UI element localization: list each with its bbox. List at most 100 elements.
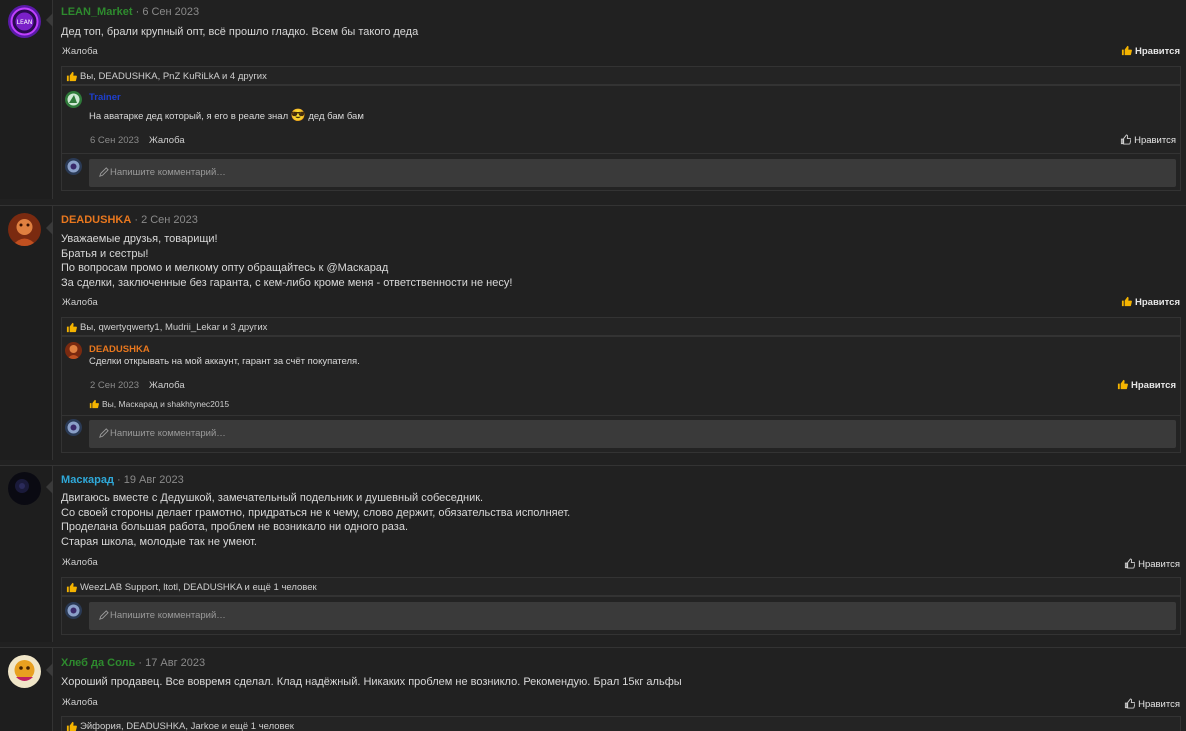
like-label: Нравится [1138,559,1180,570]
report-link[interactable]: Жалоба [62,297,98,308]
comment-like-button[interactable]: Нравится [1117,379,1176,391]
author-link[interactable]: LEAN_Market [61,6,133,18]
current-user-avatar [65,419,82,436]
comment-placeholder: Напишите комментарий… [110,610,226,621]
like-label: Нравится [1135,46,1180,57]
message-line: Со своей стороны делает грамотно, придра… [61,506,571,519]
report-link[interactable]: Жалоба [62,557,98,568]
comment-like-button[interactable]: Нравится [1120,134,1176,146]
avatar-lean-icon: LEAN [8,5,41,38]
user-avatar-icon [65,602,82,619]
post: DEADUSHKA · 2 Сен 2023 Уважаемые друзья,… [0,205,1186,460]
thumbs-up-icon [66,582,77,593]
like-button[interactable]: Нравится [1124,558,1180,570]
post-date[interactable]: · 2 Сен 2023 [134,214,198,226]
thumbs-up-icon [66,322,77,333]
likes-text: Эйфория, DEADUSHKA, Jarkoe и ещё 1 челов… [80,721,294,731]
post: Хлеб да Соль · 17 Авг 2023 Хороший прода… [0,647,1186,731]
comment-author[interactable]: DEADUSHKA [89,344,150,355]
post-message: Дед топ, брали крупный опт, всё прошло г… [61,25,418,40]
avatar-maskarad-icon [8,472,41,505]
comment-input[interactable]: Напишите комментарий… [89,602,1176,630]
like-button[interactable]: Нравится [1121,45,1180,57]
post-date[interactable]: · 6 Сен 2023 [136,6,200,18]
author-link[interactable]: Маскарад [61,474,114,486]
comment-text-part: дед бам бам [308,111,364,122]
likes-text: Вы, DEADUSHKA, PnZ KuRiLkA и 4 других [80,71,267,82]
post-header: Маскарад · 19 Авг 2023 [61,474,184,486]
thumbs-up-icon [1121,45,1132,56]
avatar-text: LEAN [17,19,33,26]
comment-report-link[interactable]: Жалоба [149,380,185,391]
likes-summary[interactable]: Вы, qwertyqwerty1, Mudrii_Lekar и 3 друг… [61,317,1181,336]
avatar[interactable] [8,472,41,505]
like-label: Нравится [1138,699,1180,710]
comment-avatar[interactable] [65,342,82,359]
post-date[interactable]: · 19 Авг 2023 [117,474,184,486]
post-message: Хороший продавец. Все вовремя сделал. Кл… [61,675,682,690]
message-line: Дед топ, брали крупный опт, всё прошло г… [61,26,419,38]
likes-text: Вы, Маскарад и shakhtynec2015 [102,399,230,409]
post: LEAN LEAN_Market · 6 Сен 2023 Дед топ, б… [0,0,1186,199]
thumbs-up-icon [1121,296,1132,307]
avatar-deadushka-icon [65,342,82,359]
message-line: За сделки, заключенные без гаранта, с ке… [61,276,513,289]
thumbs-up-icon [89,399,99,409]
likes-summary[interactable]: Эйфория, DEADUSHKA, Jarkoe и ещё 1 челов… [61,716,1181,731]
comment-input[interactable]: Напишите комментарий… [89,159,1176,187]
thumbs-up-outline-icon [1120,134,1132,145]
post-message: Двигаюсь вместе с Дедушкой, замечательны… [61,491,570,549]
author-link[interactable]: DEADUSHKA [61,214,131,226]
message-line: По вопросам промо и мелкому опту обращай… [61,262,389,275]
comment-text: Сделки открывать на мой аккаунт, гарант … [89,356,360,367]
comment-text: На аватарке дед который, я его в реале з… [89,108,364,122]
comment-date[interactable]: 2 Сен 2023 [90,380,139,391]
current-user-avatar [65,158,82,175]
divider [61,415,1181,416]
pencil-icon [99,610,109,620]
message-notch [46,480,53,494]
pencil-icon [99,428,109,438]
comment-avatar[interactable] [65,91,82,108]
avatar-deadushka-icon [8,213,41,246]
post-date[interactable]: · 17 Авг 2023 [138,657,205,669]
like-label: Нравится [1135,297,1180,308]
comment-date[interactable]: 6 Сен 2023 [90,135,139,146]
comment-placeholder: Напишите комментарий… [110,167,226,178]
likes-summary[interactable]: WeezLAB Support, ltotl, DEADUSHKA и ещё … [61,577,1181,596]
divider [61,153,1181,154]
post-header: Хлеб да Соль · 17 Авг 2023 [61,657,205,669]
comment-input[interactable]: Напишите комментарий… [89,420,1176,448]
like-button[interactable]: Нравится [1121,296,1180,308]
message-line: Двигаюсь вместе с Дедушкой, замечательны… [61,492,484,504]
user-avatar-icon [65,419,82,436]
report-link[interactable]: Жалоба [62,46,98,57]
post: Маскарад · 19 Авг 2023 Двигаюсь вместе с… [0,465,1186,642]
comment-author[interactable]: Trainer [89,92,121,103]
current-user-avatar [65,602,82,619]
likes-text: Вы, qwertyqwerty1, Mudrii_Lekar и 3 друг… [80,322,268,333]
thumbs-up-icon [66,71,77,82]
like-button[interactable]: Нравится [1124,698,1180,710]
avatar[interactable] [8,213,41,246]
comment-report-link[interactable]: Жалоба [149,135,185,146]
post-header: DEADUSHKA · 2 Сен 2023 [61,214,198,226]
avatar[interactable] [8,655,41,688]
message-line: Уважаемые друзья, товарищи! [61,233,218,245]
author-link[interactable]: Хлеб да Соль [61,657,135,669]
user-avatar-icon [65,158,82,175]
report-link[interactable]: Жалоба [62,697,98,708]
like-label: Нравится [1131,380,1176,391]
message-line: Проделана большая работа, проблем не воз… [61,521,408,534]
pencil-icon [99,167,109,177]
message-line: Хороший продавец. Все вовремя сделал. Кл… [61,676,682,688]
message-notch [46,663,53,677]
avatar-hleb-icon [8,655,41,688]
avatar[interactable]: LEAN [8,5,41,38]
likes-text: WeezLAB Support, ltotl, DEADUSHKA и ещё … [80,582,317,593]
likes-summary[interactable]: Вы, DEADUSHKA, PnZ KuRiLkA и 4 других [61,66,1181,85]
avatar-trainer-icon [65,91,82,108]
comment-likes-summary[interactable]: Вы, Маскарад и shakhtynec2015 [89,399,229,409]
thumbs-up-icon [66,721,77,731]
comment-placeholder: Напишите комментарий… [110,428,226,439]
